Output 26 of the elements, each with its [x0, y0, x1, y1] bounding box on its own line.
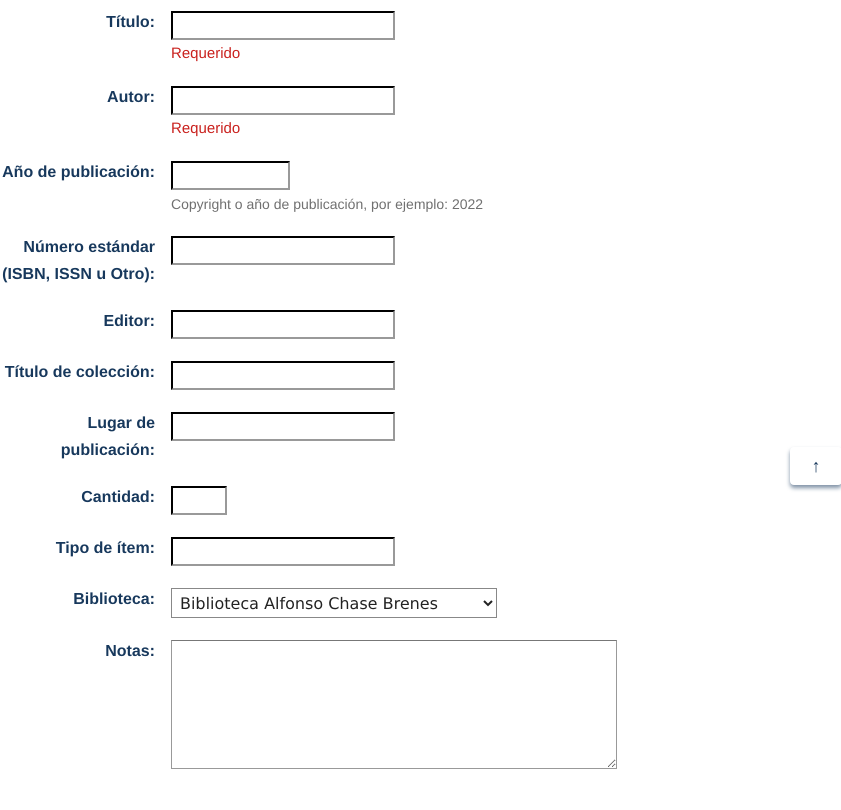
- year-field[interactable]: [171, 161, 290, 190]
- field-label: Biblioteca:: [72, 590, 155, 610]
- back-to-top-button[interactable]: ↑: [790, 447, 841, 485]
- text-field[interactable]: [171, 11, 395, 40]
- quantity-field[interactable]: [171, 486, 227, 515]
- field-hint: Copyright o año de publicación, por ejemplo: 2022: [171, 195, 484, 214]
- text-field[interactable]: [171, 412, 395, 441]
- required-note: Requerido: [171, 44, 240, 64]
- text-field[interactable]: [171, 86, 395, 115]
- text-field[interactable]: [171, 537, 395, 566]
- field-label: Año de publicación:: [1, 163, 155, 183]
- field-label: Título:: [105, 13, 155, 33]
- field-label: Número estándar (ISBN, ISSN u Otro):: [1, 238, 155, 285]
- text-field[interactable]: [171, 361, 395, 390]
- field-label: Notas:: [104, 642, 155, 662]
- field-label: Tipo de ítem:: [54, 539, 155, 559]
- field-label: Título de colección:: [4, 363, 155, 383]
- text-field[interactable]: [171, 310, 395, 339]
- notes-field[interactable]: [171, 640, 617, 769]
- field-label: Editor:: [102, 312, 155, 332]
- field-label: Lugar de publicación:: [60, 414, 155, 461]
- field-label: Autor:: [106, 88, 155, 108]
- field-label: Cantidad:: [80, 488, 155, 508]
- text-field[interactable]: [171, 236, 395, 265]
- library-dropdown[interactable]: Biblioteca Alfonso Chase Brenes: [171, 588, 497, 618]
- required-note: Requerido: [171, 119, 240, 139]
